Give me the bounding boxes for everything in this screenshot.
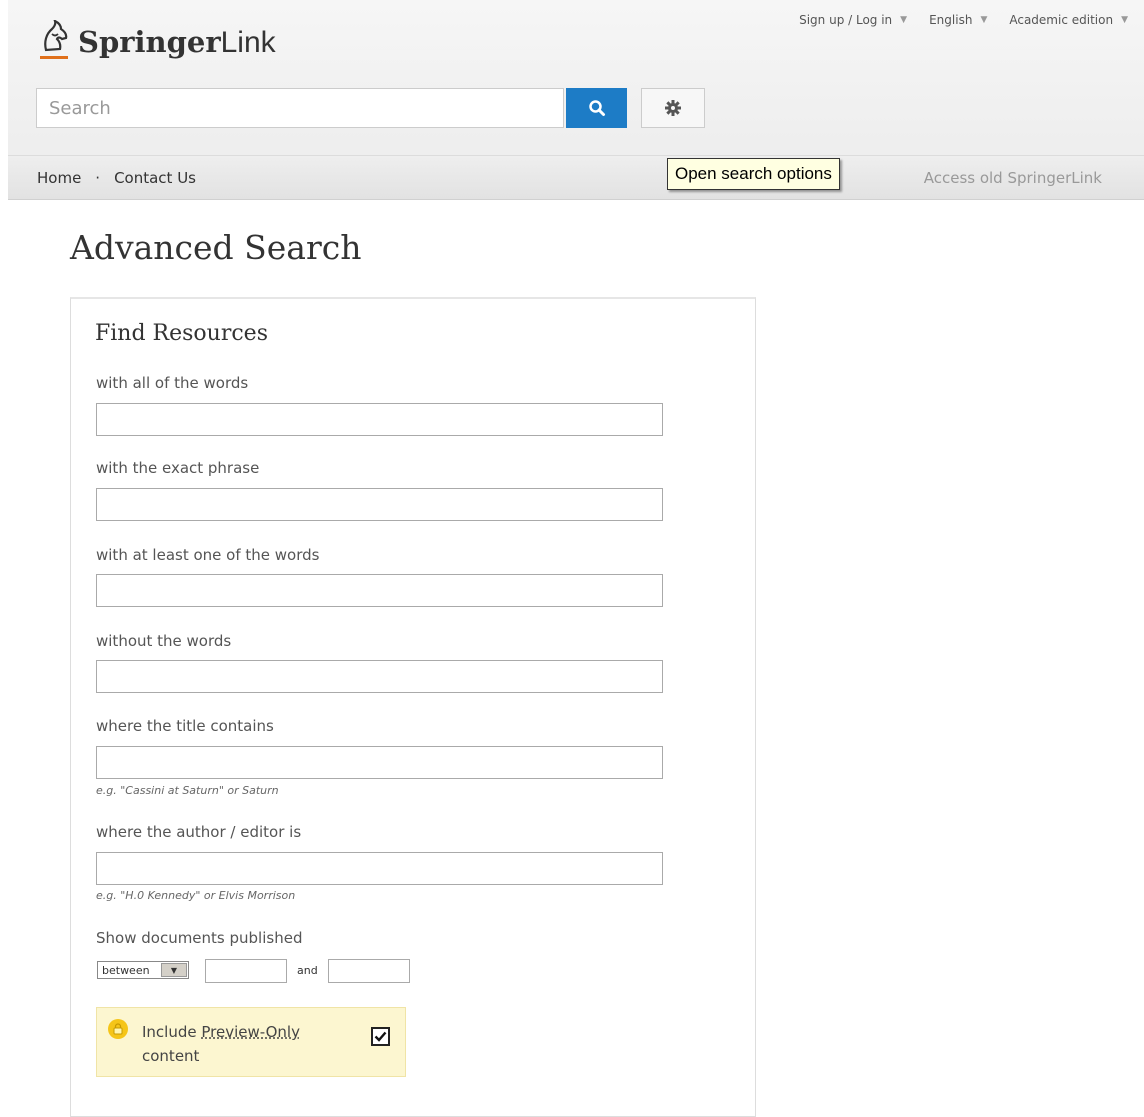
author-input[interactable]: [96, 852, 663, 885]
title-contains-label: where the title contains: [96, 717, 274, 735]
site-header: SpringerLink Sign up / Log in ▼ English ▼ …: [8, 0, 1144, 200]
date-range-mode: between: [102, 963, 150, 977]
page-title: Advanced Search: [70, 228, 362, 267]
nav-contact-link[interactable]: Contact Us: [114, 169, 196, 187]
all-words-label: with all of the words: [96, 374, 249, 392]
without-words-label: without the words: [96, 632, 232, 650]
top-links: Sign up / Log in ▼ English ▼ Academic edit…: [799, 13, 1128, 27]
and-label: and: [297, 964, 318, 977]
date-range-label: Show documents published: [96, 929, 303, 947]
springer-horse-icon: [40, 20, 68, 59]
chevron-down-icon: ▼: [900, 15, 908, 25]
dropdown-arrow-icon: ▼: [161, 963, 187, 977]
login-link[interactable]: Sign up / Log in ▼: [799, 13, 907, 27]
chevron-down-icon: ▼: [1121, 15, 1128, 25]
preview-only-checkbox[interactable]: [371, 1027, 390, 1046]
language-menu[interactable]: English ▼: [929, 13, 987, 27]
any-words-input[interactable]: [96, 574, 663, 607]
nav-links: Home · Contact Us: [37, 169, 196, 187]
preview-only-text: Include Preview-Only content: [142, 1023, 300, 1065]
gear-icon: [665, 100, 681, 116]
old-springerlink-link[interactable]: Access old SpringerLink: [924, 169, 1102, 187]
lock-icon: [108, 1019, 128, 1039]
chevron-down-icon: ▼: [980, 15, 988, 25]
search-options-tooltip: Open search options: [667, 158, 840, 190]
title-hint: e.g. "Cassini at Saturn" or Saturn: [96, 784, 279, 797]
title-contains-input[interactable]: [96, 746, 663, 779]
search-button[interactable]: [566, 88, 627, 128]
header-top: SpringerLink Sign up / Log in ▼ English ▼ …: [8, 0, 1144, 155]
nav-bar: Home · Contact Us Access old SpringerLin…: [8, 155, 1144, 200]
checkmark-icon: [374, 1031, 387, 1042]
start-year-input[interactable]: [205, 959, 287, 983]
search-icon: [588, 100, 605, 116]
springer-logo[interactable]: SpringerLink: [34, 20, 276, 64]
without-words-input[interactable]: [96, 660, 663, 693]
nav-home-link[interactable]: Home: [37, 169, 81, 187]
search-options-button[interactable]: [641, 88, 705, 128]
preview-only-link[interactable]: Preview-Only: [201, 1023, 300, 1041]
nav-separator: ·: [95, 169, 101, 187]
date-range-select[interactable]: between ▼: [97, 961, 189, 979]
author-hint: e.g. "H.0 Kennedy" or Elvis Morrison: [96, 889, 296, 902]
edition-menu[interactable]: Academic edition ▼: [1009, 13, 1128, 27]
panel-title: Find Resources: [95, 321, 268, 346]
exact-phrase-label: with the exact phrase: [96, 459, 260, 477]
author-label: where the author / editor is: [96, 823, 302, 841]
end-year-input[interactable]: [328, 959, 410, 983]
exact-phrase-input[interactable]: [96, 488, 663, 521]
search-input[interactable]: [36, 88, 564, 128]
any-words-label: with at least one of the words: [96, 546, 320, 564]
brand-wordmark: SpringerLink: [78, 24, 276, 59]
all-words-input[interactable]: [96, 403, 663, 436]
